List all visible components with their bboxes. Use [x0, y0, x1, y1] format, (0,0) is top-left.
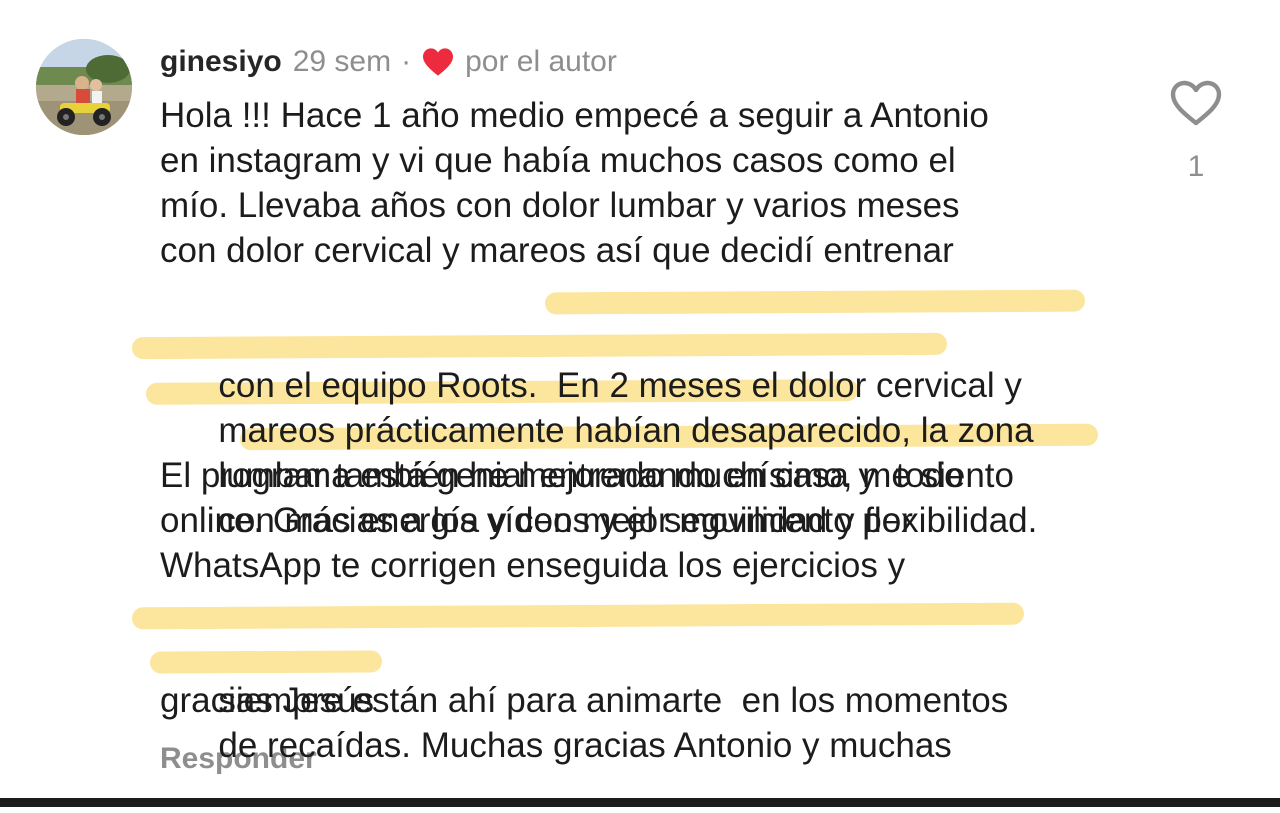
timestamp: 29 sem: [292, 45, 392, 78]
highlight-mark: [544, 289, 1086, 315]
heart-outline-icon[interactable]: [1170, 80, 1222, 126]
red-heart-icon: [423, 48, 454, 76]
comment-line: WhatsApp te corrigen enseguida los ejerc…: [160, 546, 906, 585]
divider: [0, 798, 1280, 807]
comment-line: mareos prácticamente habían desaparecido…: [131, 318, 1150, 450]
comment-line: Hola !!! Hace 1 año medio empecé a segui…: [160, 96, 989, 135]
comment-line: mío. Llevaba años con dolor lumbar y var…: [160, 186, 960, 225]
username[interactable]: ginesiyo: [160, 45, 282, 79]
comment-line: con el equipo Roots. En 2 meses el dolor…: [160, 273, 1150, 405]
comment-header: ginesiyo 29 sem · por el autor: [160, 40, 617, 84]
avatar-photo: [36, 39, 132, 135]
comment-line: en instagram y vi que había muchos casos…: [160, 141, 956, 180]
highlight-mark: [149, 650, 383, 674]
like-count: 1: [1187, 150, 1205, 183]
comment-item: ginesiyo 29 sem · por el autor Hola !!! …: [0, 0, 1280, 807]
avatar[interactable]: [36, 39, 132, 135]
highlight-mark: [131, 332, 948, 360]
highlight-mark: [131, 602, 1025, 630]
comment-line: con dolor cervical y mareos así que deci…: [160, 231, 954, 270]
comment-line: de recaídas. Muchas gracias Antonio y mu…: [149, 633, 1150, 765]
liked-by-author-label: por el autor: [465, 45, 617, 78]
comment-text: Hola !!! Hace 1 año medio empecé a segui…: [131, 93, 1150, 765]
separator-dot: ·: [401, 45, 412, 78]
comment-line: siempre están ahí para animarte en los m…: [131, 588, 1150, 720]
